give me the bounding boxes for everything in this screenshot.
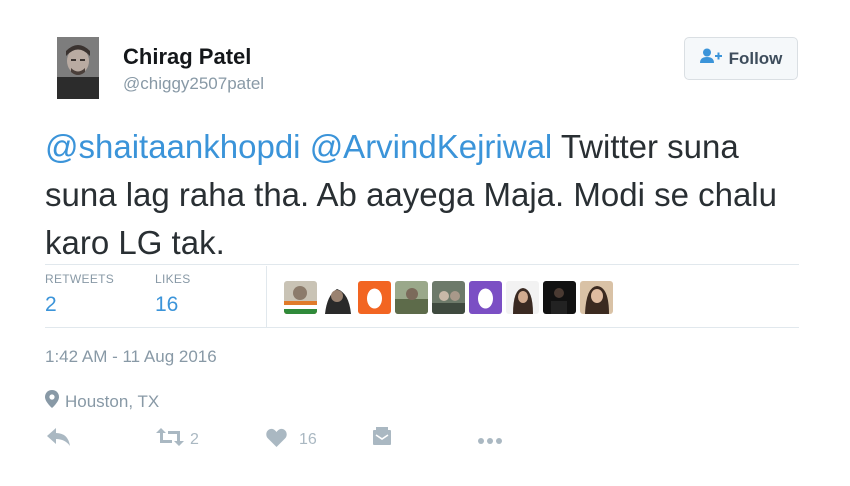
tweet-location[interactable]: Houston, TX xyxy=(45,390,159,413)
location-pin-icon xyxy=(45,390,59,413)
liker-avatar[interactable] xyxy=(395,281,428,314)
add-user-icon xyxy=(699,48,722,69)
retweets-label: RETWEETS xyxy=(45,272,115,286)
direct-message-button[interactable] xyxy=(373,427,391,450)
retweets-count: 2 xyxy=(45,293,57,316)
stats-divider-bottom xyxy=(45,327,799,328)
retweets-stat[interactable]: RETWEETS 2 xyxy=(45,272,114,317)
reply-icon xyxy=(47,428,70,451)
heart-icon xyxy=(266,428,287,452)
more-button[interactable] xyxy=(477,432,503,450)
liker-avatar[interactable] xyxy=(321,281,354,314)
reply-button[interactable] xyxy=(47,428,70,451)
retweet-count: 2 xyxy=(190,430,199,448)
author-name[interactable]: Chirag Patel xyxy=(123,44,251,70)
mention-link-shaitaankhopdi[interactable]: @shaitaankhopdi xyxy=(45,128,301,165)
likes-stat[interactable]: LIKES 16 xyxy=(155,272,191,317)
like-button[interactable]: 16 xyxy=(266,428,317,452)
liker-avatar[interactable] xyxy=(469,281,502,314)
likes-count: 16 xyxy=(155,293,179,316)
liker-avatar[interactable] xyxy=(284,281,317,314)
liker-avatar[interactable] xyxy=(358,281,391,314)
direct-message-icon xyxy=(373,427,391,450)
stats-divider-top xyxy=(45,264,799,265)
liker-avatar[interactable] xyxy=(543,281,576,314)
author-handle[interactable]: @chiggy2507patel xyxy=(123,74,264,94)
likers-avatars xyxy=(284,281,613,314)
tweet-text: @shaitaankhopdi @ArvindKejriwal Twitter … xyxy=(45,123,815,267)
follow-label: Follow xyxy=(728,48,783,68)
location-text: Houston, TX xyxy=(65,391,160,411)
liker-avatar[interactable] xyxy=(506,281,539,314)
more-icon xyxy=(477,432,503,450)
likes-label: LIKES xyxy=(155,272,191,286)
follow-button[interactable]: Follow xyxy=(684,37,798,80)
retweet-icon xyxy=(156,428,184,451)
mention-link-arvindkejriwal[interactable]: @ArvindKejriwal xyxy=(310,128,553,165)
author-avatar[interactable] xyxy=(57,37,99,99)
retweet-button[interactable]: 2 xyxy=(156,428,199,451)
like-count: 16 xyxy=(299,431,317,448)
stats-divider-vertical xyxy=(266,266,267,328)
liker-avatar[interactable] xyxy=(580,281,613,314)
tweet-timestamp[interactable]: 1:42 AM - 11 Aug 2016 xyxy=(45,347,217,367)
tweet-card: Chirag Patel @chiggy2507patel Follow @sh… xyxy=(0,0,850,486)
liker-avatar[interactable] xyxy=(432,281,465,314)
